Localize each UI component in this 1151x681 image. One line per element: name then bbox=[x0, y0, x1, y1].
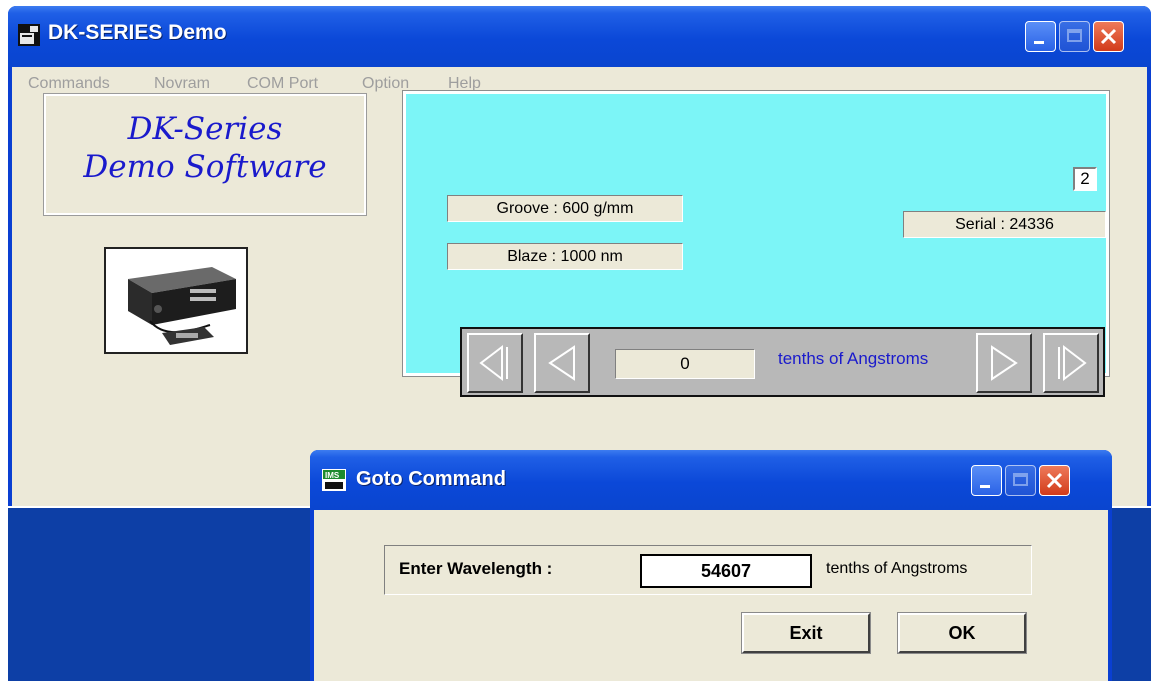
menu-novram[interactable]: Novram bbox=[154, 75, 210, 93]
skip-right-icon bbox=[1058, 344, 1087, 382]
goto-command-dialog: IMS Goto Command Enter Wavelength : 5460… bbox=[310, 450, 1112, 681]
arrow-right-icon bbox=[991, 345, 1018, 381]
step-right-button[interactable] bbox=[976, 333, 1032, 393]
exit-button[interactable]: Exit bbox=[741, 612, 871, 654]
step-to-end-button[interactable] bbox=[1043, 333, 1099, 393]
dialog-title: Goto Command bbox=[356, 468, 506, 490]
close-icon bbox=[1100, 28, 1117, 45]
menu-commands[interactable]: Commands bbox=[28, 75, 110, 93]
app-icon bbox=[18, 24, 40, 46]
blaze-label: Blaze : 1000 nm bbox=[447, 243, 683, 270]
serial-label: Serial : 24336 bbox=[903, 211, 1106, 238]
close-button[interactable] bbox=[1093, 21, 1124, 52]
close-icon bbox=[1046, 472, 1063, 489]
minimize-icon bbox=[1034, 41, 1044, 44]
maximize-icon bbox=[1013, 473, 1028, 486]
dialog-close-button[interactable] bbox=[1039, 465, 1070, 496]
skip-left-icon bbox=[479, 344, 508, 382]
dialog-client-area: Enter Wavelength : 54607 tenths of Angst… bbox=[314, 510, 1108, 681]
dialog-titlebar[interactable]: IMS Goto Command bbox=[310, 450, 1112, 510]
dialog-minimize-button[interactable] bbox=[971, 465, 1002, 496]
logo-line-1: DK-Series bbox=[127, 111, 283, 147]
main-window-title: DK-SERIES Demo bbox=[48, 21, 227, 44]
dialog-app-icon: IMS bbox=[322, 469, 346, 491]
main-titlebar[interactable]: DK-SERIES Demo bbox=[8, 6, 1151, 67]
current-position-unit: tenths of Angstroms bbox=[778, 349, 929, 368]
logo-line-2: Demo Software bbox=[83, 149, 327, 185]
wavelength-input[interactable]: 54607 bbox=[640, 554, 812, 588]
wavelength-label: Enter Wavelength : bbox=[399, 559, 553, 578]
svg-text:IMS: IMS bbox=[325, 471, 340, 480]
monochromator-image bbox=[106, 249, 246, 352]
current-position-field: 0 bbox=[615, 349, 755, 379]
menu-com-port[interactable]: COM Port bbox=[247, 75, 318, 93]
wavelength-unit: tenths of Angstroms bbox=[826, 560, 968, 577]
counter-field[interactable]: 2 bbox=[1073, 167, 1097, 191]
device-photo bbox=[104, 247, 248, 354]
logo-box: DK-Series Demo Software bbox=[43, 93, 367, 216]
minimize-icon bbox=[980, 485, 990, 488]
ok-button[interactable]: OK bbox=[897, 612, 1027, 654]
minimize-button[interactable] bbox=[1025, 21, 1056, 52]
groove-label: Groove : 600 g/mm bbox=[447, 195, 683, 222]
wavelength-stepper: 0 tenths of Angstroms bbox=[460, 327, 1105, 397]
wavelength-group: Enter Wavelength : 54607 tenths of Angst… bbox=[384, 545, 1032, 595]
arrow-left-icon bbox=[548, 345, 575, 381]
dialog-maximize-button bbox=[1005, 465, 1036, 496]
step-to-start-button[interactable] bbox=[467, 333, 523, 393]
maximize-icon bbox=[1067, 29, 1082, 42]
step-left-button[interactable] bbox=[534, 333, 590, 393]
maximize-button bbox=[1059, 21, 1090, 52]
